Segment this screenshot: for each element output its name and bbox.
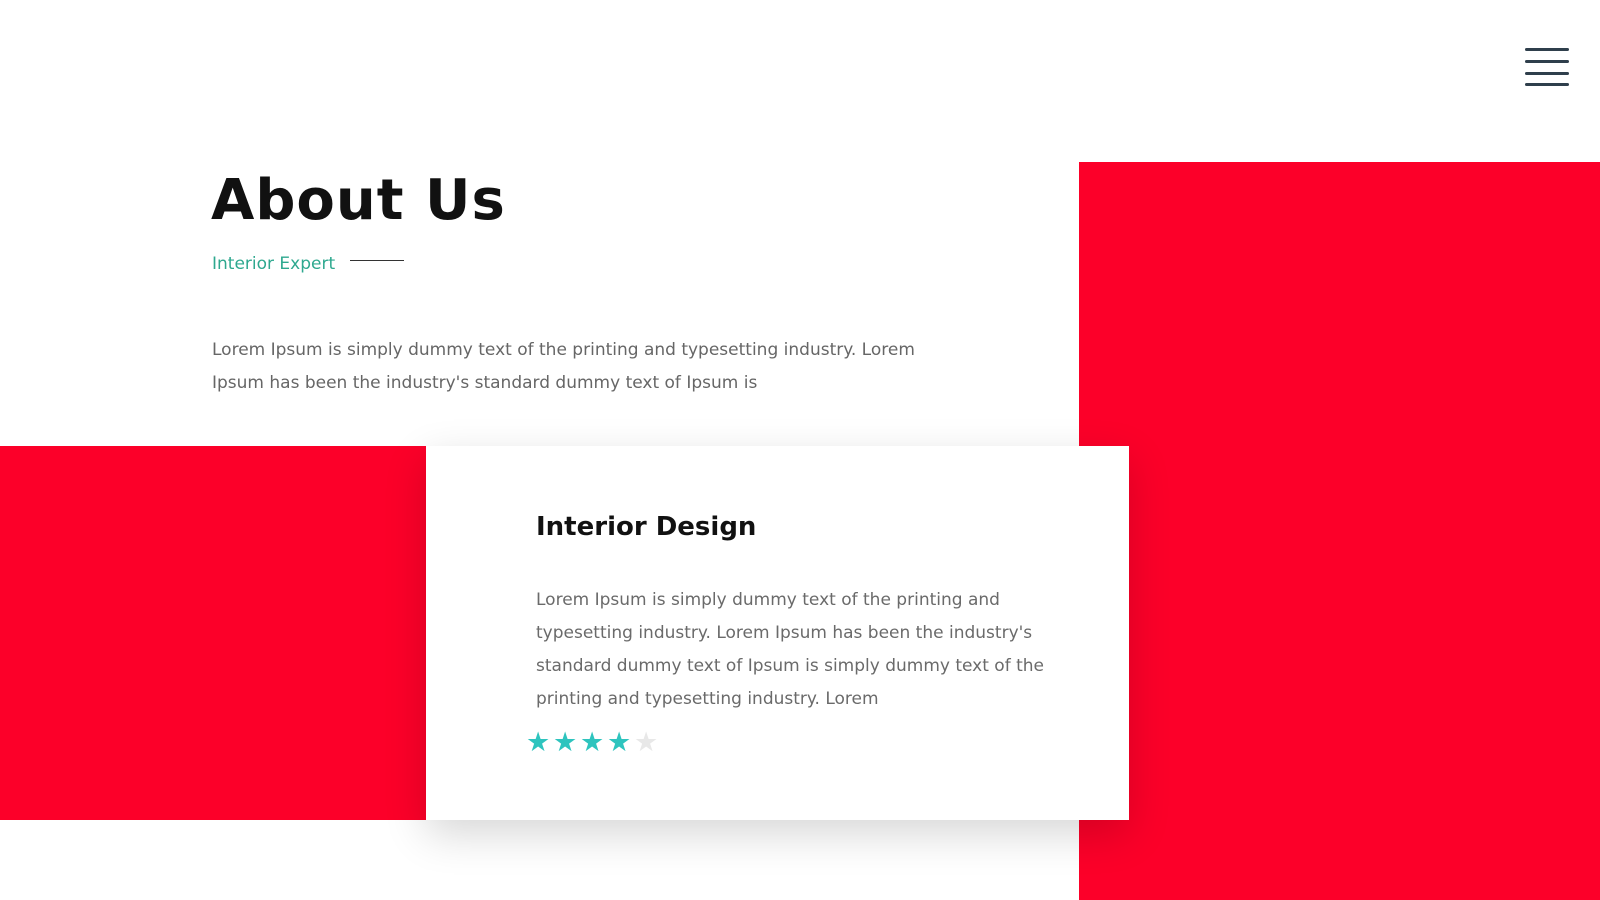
red-background-block-left <box>0 446 426 820</box>
menu-line <box>1525 83 1569 86</box>
service-card: Interior Design Lorem Ipsum is simply du… <box>426 446 1129 820</box>
card-title: Interior Design <box>536 512 757 542</box>
subtitle-divider <box>350 260 404 261</box>
star-filled-icon: ★ <box>580 727 605 758</box>
about-page: About Us Interior Expert Lorem Ipsum is … <box>0 0 1600 900</box>
card-description: Lorem Ipsum is simply dummy text of the … <box>536 590 1044 709</box>
star-filled-icon: ★ <box>526 727 551 758</box>
star-rating: ★ ★ ★ ★ ★ <box>526 728 658 758</box>
page-title: About Us <box>211 168 506 233</box>
hamburger-menu-icon[interactable] <box>1523 46 1569 88</box>
page-subtitle: Interior Expert <box>212 254 336 274</box>
intro-paragraph: Lorem Ipsum is simply dummy text of the … <box>212 340 915 393</box>
menu-line <box>1525 72 1569 75</box>
star-filled-icon: ★ <box>553 727 578 758</box>
menu-line <box>1525 48 1569 51</box>
menu-line <box>1525 60 1569 63</box>
star-filled-icon: ★ <box>607 727 632 758</box>
star-empty-icon: ★ <box>634 727 659 758</box>
red-background-block-right <box>1079 162 1600 900</box>
